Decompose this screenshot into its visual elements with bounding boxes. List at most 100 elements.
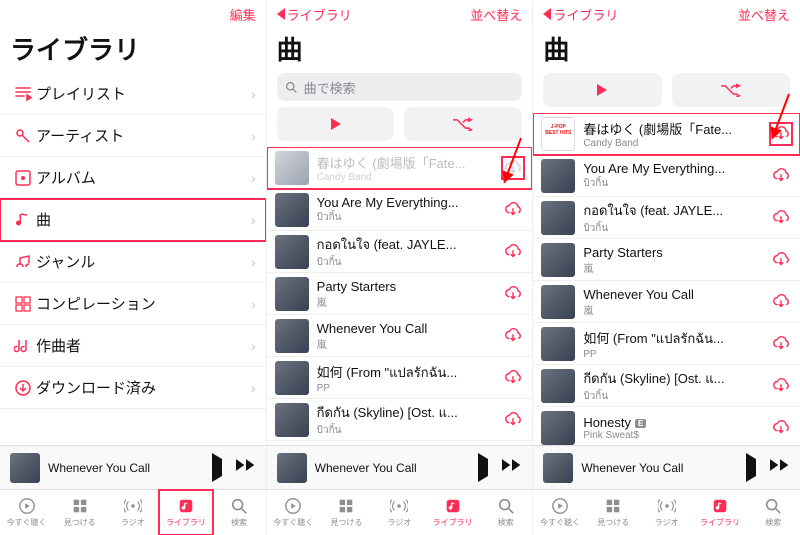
download-icon[interactable]	[502, 283, 524, 305]
play-button[interactable]	[277, 107, 395, 141]
tab-listen-now[interactable]: 今すぐ聴く	[0, 490, 53, 535]
download-icon[interactable]	[502, 409, 524, 431]
song-title: Whenever You Call	[583, 287, 762, 302]
tab-label: ライブラリ	[700, 517, 740, 528]
song-title: Party Starters	[583, 245, 762, 260]
song-row[interactable]: Party Starters嵐	[267, 273, 533, 315]
now-playing-bar[interactable]: Whenever You Call	[0, 445, 266, 489]
song-row[interactable]: HonestyEPink Sweat$	[533, 407, 800, 445]
library-row-genre[interactable]: ジャンル›	[0, 241, 266, 283]
download-icon[interactable]	[770, 249, 792, 271]
song-row[interactable]: 春はゆく (劇場版「Fate...Candy Band	[533, 113, 800, 155]
tab-radio[interactable]: ラジオ	[640, 490, 693, 535]
download-icon[interactable]	[502, 367, 524, 389]
song-row[interactable]: You Are My Everything...บิวกิ้น	[267, 189, 533, 231]
tab-browse[interactable]: 見つける	[587, 490, 640, 535]
library-row-label: プレイリスト	[36, 83, 251, 104]
edit-button[interactable]: 編集	[230, 5, 256, 24]
download-icon[interactable]	[502, 157, 524, 179]
song-row[interactable]: Party Starters嵐	[533, 239, 800, 281]
tab-listen-now[interactable]: 今すぐ聴く	[533, 490, 586, 535]
song-title: 春はゆく (劇場版「Fate...	[583, 119, 762, 138]
play-icon[interactable]	[212, 459, 222, 477]
download-icon[interactable]	[770, 333, 792, 355]
song-row[interactable]: Whenever You Call嵐	[533, 281, 800, 323]
download-icon[interactable]	[770, 207, 792, 229]
back-button[interactable]: ライブラリ	[543, 5, 618, 24]
download-icon[interactable]	[770, 165, 792, 187]
tab-library[interactable]: ライブラリ	[426, 490, 479, 535]
tab-label: ラジオ	[121, 517, 145, 528]
now-playing-art	[10, 453, 40, 483]
album-art	[541, 159, 575, 193]
download-icon[interactable]	[502, 241, 524, 263]
song-row[interactable]: 如何 (From "แปลรักฉัน...PP	[533, 323, 800, 365]
tab-radio[interactable]: ラジオ	[373, 490, 426, 535]
play-button[interactable]	[543, 73, 661, 107]
now-playing-bar[interactable]: Whenever You Call	[533, 445, 800, 489]
song-row[interactable]: 春はゆく (劇場版「Fate...Candy Band	[267, 147, 533, 189]
library-row-mic[interactable]: アーティスト›	[0, 115, 266, 157]
tab-search[interactable]: 検索	[479, 490, 532, 535]
song-title: You Are My Everything...	[583, 161, 762, 176]
library-row-composer[interactable]: 作曲者›	[0, 325, 266, 367]
library-row-note[interactable]: 曲›	[0, 199, 266, 241]
tab-search[interactable]: 検索	[747, 490, 800, 535]
song-artist: PP	[317, 383, 495, 394]
library-icon	[443, 497, 463, 515]
download-icon[interactable]	[502, 325, 524, 347]
library-row-comp[interactable]: コンピレーション›	[0, 283, 266, 325]
shuffle-button[interactable]	[672, 73, 790, 107]
download-icon[interactable]	[770, 417, 792, 439]
tab-browse[interactable]: 見つける	[53, 490, 106, 535]
download-icon[interactable]	[770, 375, 792, 397]
search-icon	[763, 497, 783, 515]
tab-library[interactable]: ライブラリ	[693, 490, 746, 535]
library-row-album[interactable]: アルバム›	[0, 157, 266, 199]
sort-button[interactable]: 並べ替え	[470, 5, 522, 24]
next-icon[interactable]	[502, 458, 522, 477]
now-playing-bar[interactable]: Whenever You Call	[267, 445, 533, 489]
library-row-label: 作曲者	[36, 335, 251, 356]
play-icon[interactable]	[478, 459, 488, 477]
library-row-download[interactable]: ダウンロード済み›	[0, 367, 266, 409]
library-row-label: コンピレーション	[36, 293, 251, 314]
download-icon[interactable]	[770, 123, 792, 145]
library-row-playlist[interactable]: プレイリスト›	[0, 73, 266, 115]
next-icon[interactable]	[236, 458, 256, 477]
song-row[interactable]: กอดในใจ (feat. JAYLE...บิวกิ้น	[267, 231, 533, 273]
song-row[interactable]: Whenever You Call嵐	[267, 315, 533, 357]
library-row-label: ダウンロード済み	[36, 377, 251, 398]
song-row[interactable]: กีดกัน (Skyline) [Ost. แ...บิวกิ้น	[267, 399, 533, 441]
search-icon	[496, 497, 516, 515]
shuffle-button[interactable]	[404, 107, 522, 141]
download-icon[interactable]	[770, 291, 792, 313]
note-icon	[10, 211, 36, 229]
screen-songs-after: ライブラリ 並べ替え 曲 春はゆく (劇場版「Fate...Candy Band…	[533, 0, 800, 535]
song-artist: 嵐	[317, 294, 495, 309]
download-icon	[10, 379, 36, 397]
tab-label: 見つける	[597, 517, 629, 528]
radio-icon	[389, 497, 409, 515]
back-button[interactable]: ライブラリ	[277, 5, 352, 24]
song-row[interactable]: 如何 (From "แปลรักฉัน...PP	[267, 357, 533, 399]
album-icon	[10, 169, 36, 187]
search-input[interactable]: 曲で検索	[277, 73, 523, 101]
download-icon[interactable]	[502, 199, 524, 221]
now-playing-title: Whenever You Call	[48, 461, 204, 475]
next-icon[interactable]	[770, 458, 790, 477]
song-row[interactable]: You Are My Everything...บิวกิ้น	[533, 155, 800, 197]
tab-search[interactable]: 検索	[213, 490, 266, 535]
song-row[interactable]: กีดกัน (Skyline) [Ost. แ...บิวกิ้น	[533, 365, 800, 407]
song-row[interactable]: กอดในใจ (feat. JAYLE...บิวกิ้น	[533, 197, 800, 239]
tab-library[interactable]: ライブラリ	[159, 490, 212, 535]
chevron-left-icon	[543, 8, 551, 20]
tab-listen-now[interactable]: 今すぐ聴く	[267, 490, 320, 535]
playlist-icon	[10, 85, 36, 103]
play-icon[interactable]	[746, 459, 756, 477]
sort-button[interactable]: 並べ替え	[738, 5, 790, 24]
now-playing-title: Whenever You Call	[581, 461, 738, 475]
tab-browse[interactable]: 見つける	[320, 490, 373, 535]
tab-radio[interactable]: ラジオ	[106, 490, 159, 535]
library-row-label: ジャンル	[36, 251, 251, 272]
